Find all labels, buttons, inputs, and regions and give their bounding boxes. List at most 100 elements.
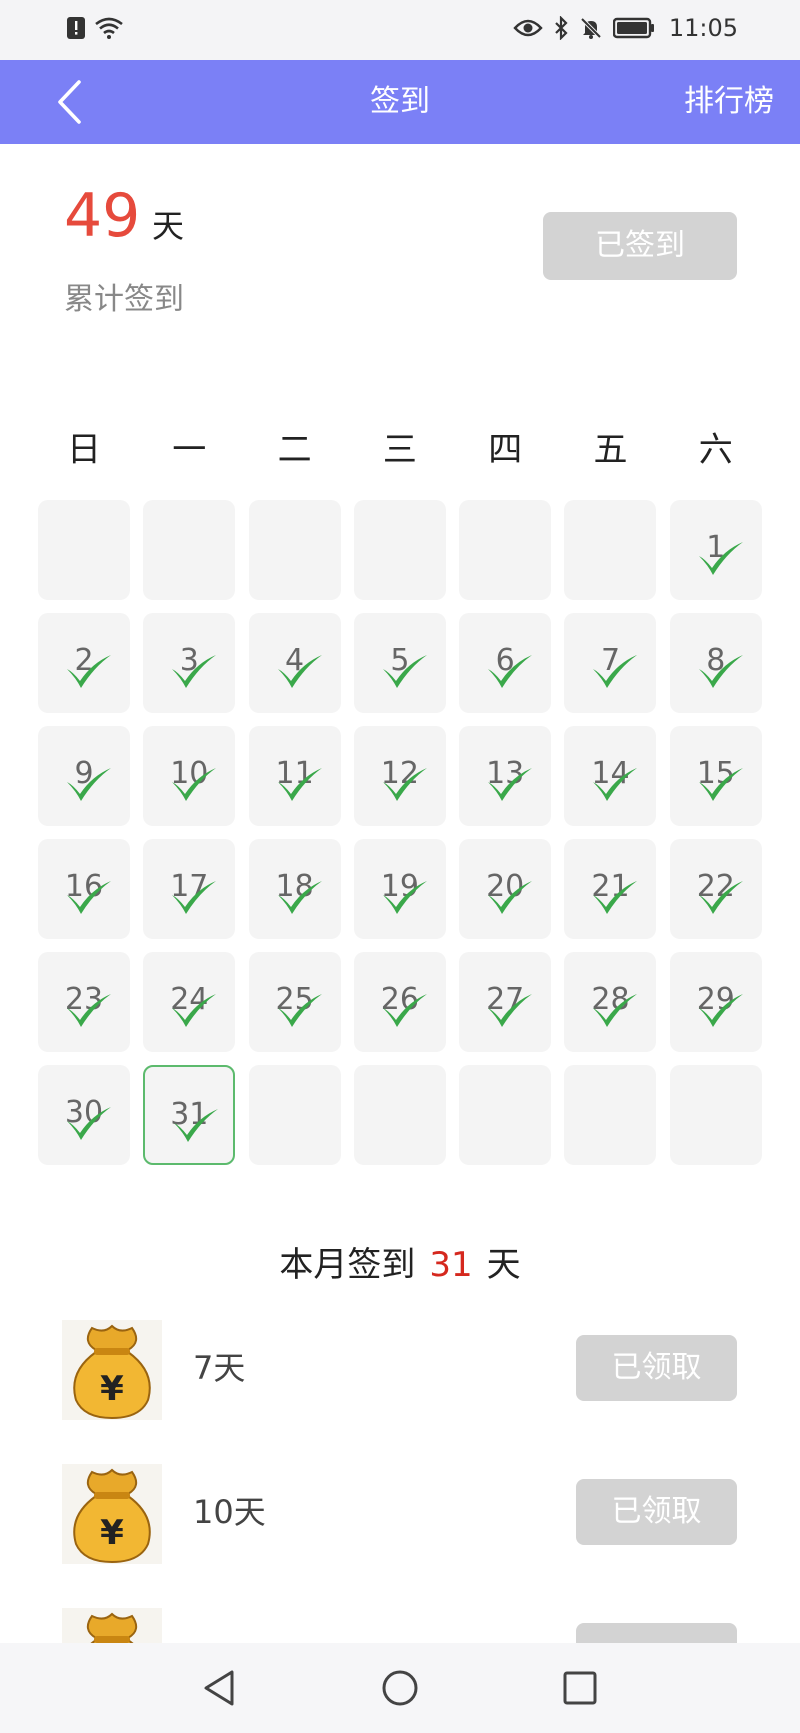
money-bag-icon: ¥ (62, 1320, 162, 1420)
battery-icon (612, 17, 655, 39)
nav-recent-button[interactable] (550, 1658, 610, 1718)
home-circle-icon (382, 1670, 418, 1706)
calendar-empty-cell (669, 1065, 762, 1165)
calendar-day-29[interactable]: 29 (669, 952, 762, 1052)
calendar-day-10[interactable]: 10 (143, 726, 236, 826)
total-days-label: 累计签到 (64, 282, 184, 317)
calendar-day-20[interactable]: 20 (459, 839, 552, 939)
status-time: 11:05 (668, 14, 738, 42)
checkmark-icon (172, 994, 217, 1027)
calendar-day-30[interactable]: 30 (38, 1065, 130, 1165)
weekday-label: 五 (593, 430, 628, 470)
calendar-day-22[interactable]: 22 (669, 839, 762, 939)
calendar-day-26[interactable]: 26 (353, 952, 446, 1052)
month-summary-prefix: 本月签到 (279, 1245, 416, 1285)
back-triangle-icon (204, 1670, 234, 1706)
calendar-day-24[interactable]: 24 (143, 952, 236, 1052)
signed-in-button[interactable]: 已签到 (543, 212, 737, 280)
calendar-day-3[interactable]: 3 (143, 613, 236, 713)
calendar-day-21[interactable]: 21 (564, 839, 657, 939)
calendar-day-27[interactable]: 27 (459, 952, 552, 1052)
checkmark-icon (277, 768, 322, 801)
recent-square-icon (563, 1671, 597, 1705)
checkmark-icon (593, 655, 638, 688)
checkmark-icon (382, 768, 427, 801)
checkmark-icon (67, 1107, 111, 1140)
checkmark-icon (382, 655, 427, 688)
calendar-day-12[interactable]: 12 (353, 726, 446, 826)
alert-icon (66, 16, 86, 40)
month-summary: 本月签到 31 天 (0, 1240, 800, 1290)
calendar-day-19[interactable]: 19 (353, 839, 446, 939)
checkmark-icon (172, 881, 217, 914)
checkmark-icon (593, 768, 638, 801)
weekday-label: 三 (382, 430, 417, 470)
calendar-day-23[interactable]: 23 (38, 952, 130, 1052)
calendar-day-2[interactable]: 2 (38, 613, 130, 713)
calendar-day-4[interactable]: 4 (248, 613, 341, 713)
nav-home-button[interactable] (370, 1658, 430, 1718)
checkmark-icon (488, 994, 533, 1027)
calendar-empty-cell (143, 500, 236, 600)
calendar-day-13[interactable]: 13 (459, 726, 552, 826)
month-count: 31 (429, 1245, 473, 1285)
calendar-day-9[interactable]: 9 (38, 726, 130, 826)
checkmark-icon (488, 881, 533, 914)
checkmark-icon (277, 881, 322, 914)
reward-days-label: 10天 (193, 1493, 266, 1531)
bluetooth-icon (553, 16, 569, 40)
mute-icon (579, 16, 603, 40)
calendar-empty-cell (248, 1065, 341, 1165)
month-summary-suffix: 天 (486, 1245, 521, 1285)
page-title: 签到 (370, 84, 430, 119)
calendar-day-14[interactable]: 14 (564, 726, 657, 826)
svg-text:¥: ¥ (100, 1513, 124, 1553)
calendar-empty-cell (564, 500, 657, 600)
checkmark-icon (67, 994, 111, 1027)
calendar-day-31[interactable]: 31 (143, 1065, 236, 1165)
checkmark-icon (382, 994, 427, 1027)
checkmark-icon (698, 542, 743, 575)
reward-days-label: 7天 (193, 1349, 246, 1387)
weekday-label: 四 (488, 430, 523, 470)
checkmark-icon (67, 881, 111, 914)
checkmark-icon (172, 655, 217, 688)
reward-item: ¥7天 已领取 (0, 1320, 800, 1430)
svg-text:¥: ¥ (100, 1369, 124, 1409)
status-left-icons (66, 16, 124, 40)
weekday-label: 一 (172, 430, 207, 470)
claimed-button[interactable]: 已领取 (576, 1335, 737, 1401)
checkmark-icon (593, 881, 638, 914)
money-bag-icon: ¥ (62, 1464, 162, 1564)
calendar-day-6[interactable]: 6 (459, 613, 552, 713)
calendar-empty-cell (248, 500, 341, 600)
leaderboard-link[interactable]: 排行榜 (684, 60, 774, 144)
claimed-button[interactable]: 已领取 (576, 1479, 737, 1545)
calendar-day-25[interactable]: 25 (248, 952, 341, 1052)
calendar-empty-cell (353, 1065, 446, 1165)
header-bar: 签到 排行榜 (0, 60, 800, 144)
calendar-day-16[interactable]: 16 (38, 839, 130, 939)
calendar-empty-cell (459, 1065, 552, 1165)
nav-back-button[interactable] (190, 1658, 250, 1718)
checkmark-icon (698, 655, 743, 688)
calendar-day-1[interactable]: 1 (669, 500, 762, 600)
calendar-empty-cell (38, 500, 130, 600)
checkmark-icon (67, 768, 111, 801)
weekday-label: 六 (698, 430, 733, 470)
calendar-day-18[interactable]: 18 (248, 839, 341, 939)
checkmark-icon (488, 768, 533, 801)
status-right-icons: 11:05 (513, 14, 738, 42)
calendar-day-15[interactable]: 15 (669, 726, 762, 826)
checkmark-icon (698, 768, 743, 801)
calendar-day-5[interactable]: 5 (353, 613, 446, 713)
calendar-empty-cell (564, 1065, 657, 1165)
calendar-day-7[interactable]: 7 (564, 613, 657, 713)
calendar-day-17[interactable]: 17 (143, 839, 236, 939)
calendar-day-11[interactable]: 11 (248, 726, 341, 826)
checkmark-icon (277, 994, 322, 1027)
calendar-day-28[interactable]: 28 (564, 952, 657, 1052)
calendar-day-8[interactable]: 8 (669, 613, 762, 713)
checkmark-icon (593, 994, 638, 1027)
eye-icon (513, 17, 543, 39)
